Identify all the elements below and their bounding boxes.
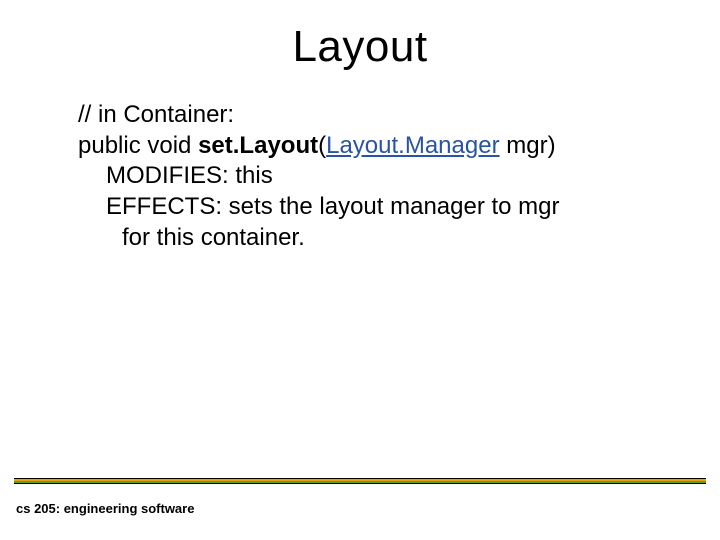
code-line-2: public void set.Layout(Layout.Manager mg… [78,131,660,162]
slide-body: // in Container: public void set.Layout(… [78,100,660,254]
method-name: set.Layout [198,132,318,159]
footer-text: cs 205: engineering software [16,501,194,516]
type-link[interactable]: Layout.Manager [326,132,499,159]
code-segment: mgr) [500,132,556,159]
divider-rule [0,478,720,484]
slide-title: Layout [0,0,720,72]
slide: Layout // in Container: public void set.… [0,0,720,540]
code-line-3: MODIFIES: this [78,161,660,192]
code-line-1: // in Container: [78,100,660,131]
code-line-4: EFFECTS: sets the layout manager to mgr [78,192,660,223]
code-line-5: for this container. [78,223,660,254]
code-segment: public void [78,132,198,159]
code-segment: ( [318,132,326,159]
